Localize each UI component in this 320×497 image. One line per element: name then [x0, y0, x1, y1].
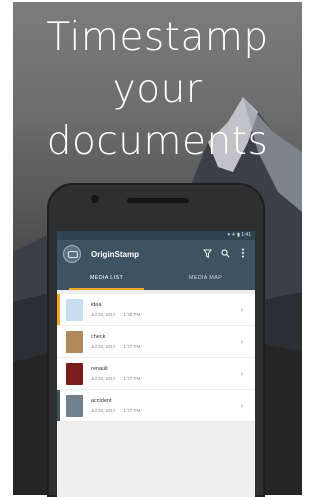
- item-name: check: [91, 334, 106, 340]
- item-time: 1:37 PM: [123, 408, 141, 413]
- chevron-right-icon: ›: [240, 369, 244, 378]
- list-item[interactable]: check Jul 25, 2017 1:37 PM ›: [57, 326, 255, 357]
- status-bar: ▾ ✈ ▮ 1:41: [57, 231, 255, 240]
- tab-media-list[interactable]: MEDIA LIST: [57, 268, 156, 290]
- more-vert-icon[interactable]: [237, 248, 249, 260]
- item-datetime: Jul 25, 2017 1:37 PM: [91, 408, 235, 413]
- item-name: accident: [91, 398, 112, 404]
- app-logo-icon: [63, 245, 81, 263]
- chevron-right-icon: ›: [240, 337, 244, 346]
- list-item[interactable]: accident Jul 25, 2017 1:37 PM ›: [57, 390, 255, 421]
- item-name: renault: [91, 366, 108, 372]
- item-date: Jul 25, 2017: [91, 344, 116, 349]
- speaker-grille: [127, 198, 189, 203]
- headline-line-1: Timestamp: [46, 15, 269, 60]
- document-thumbnail: [66, 330, 83, 353]
- filter-icon[interactable]: [201, 248, 213, 260]
- app-screen: ▾ ✈ ▮ 1:41 OriginStamp MEDIA LIST MEDIA …: [57, 231, 255, 497]
- row-accent-bar: [57, 294, 60, 325]
- phone-mockup: ▾ ✈ ▮ 1:41 OriginStamp MEDIA LIST MEDIA …: [47, 183, 265, 497]
- search-icon[interactable]: [219, 249, 231, 260]
- item-meta: accident Jul 25, 2017 1:37 PM: [91, 398, 235, 413]
- headline-line-3: documents: [46, 119, 269, 164]
- row-accent-bar: [57, 358, 60, 389]
- chevron-right-icon: ›: [240, 401, 244, 410]
- row-accent-bar: [57, 390, 60, 421]
- chevron-right-icon: ›: [240, 305, 244, 314]
- item-datetime: Jul 25, 2017 1:37 PM: [91, 344, 235, 349]
- document-thumbnail: [66, 298, 83, 321]
- app-bar: OriginStamp: [57, 240, 255, 268]
- item-date: Jul 25, 2017: [91, 408, 116, 413]
- camera-icon: [91, 195, 99, 203]
- item-meta: idea Jul 25, 2017 1:38 PM: [91, 302, 235, 317]
- item-time: 1:37 PM: [123, 376, 141, 381]
- item-datetime: Jul 25, 2017 1:38 PM: [91, 312, 235, 317]
- tab-media-map[interactable]: MEDIA MAP: [156, 268, 255, 290]
- document-thumbnail: [66, 394, 83, 417]
- app-title: OriginStamp: [91, 249, 140, 259]
- list-item[interactable]: renault Jul 25, 2017 1:37 PM ›: [57, 358, 255, 389]
- headline-line-2: your: [112, 67, 203, 112]
- media-list: idea Jul 25, 2017 1:38 PM › check Jul 25,…: [57, 290, 255, 421]
- item-meta: renault Jul 25, 2017 1:37 PM: [91, 366, 235, 381]
- item-time: 1:38 PM: [123, 312, 141, 317]
- item-meta: check Jul 25, 2017 1:37 PM: [91, 334, 235, 349]
- item-date: Jul 25, 2017: [91, 312, 116, 317]
- screenshot-frame: Timestamp your documents ▾ ✈ ▮ 1:41 Orig…: [0, 0, 311, 497]
- item-date: Jul 25, 2017: [91, 376, 116, 381]
- tab-bar: MEDIA LIST MEDIA MAP: [57, 268, 255, 290]
- item-name: idea: [91, 302, 102, 308]
- document-thumbnail: [66, 362, 83, 385]
- row-accent-bar: [57, 326, 60, 357]
- promo-headline: Timestamp your documents: [13, 12, 302, 168]
- item-time: 1:37 PM: [123, 344, 141, 349]
- item-datetime: Jul 25, 2017 1:37 PM: [91, 376, 235, 381]
- list-item[interactable]: idea Jul 25, 2017 1:38 PM ›: [57, 294, 255, 325]
